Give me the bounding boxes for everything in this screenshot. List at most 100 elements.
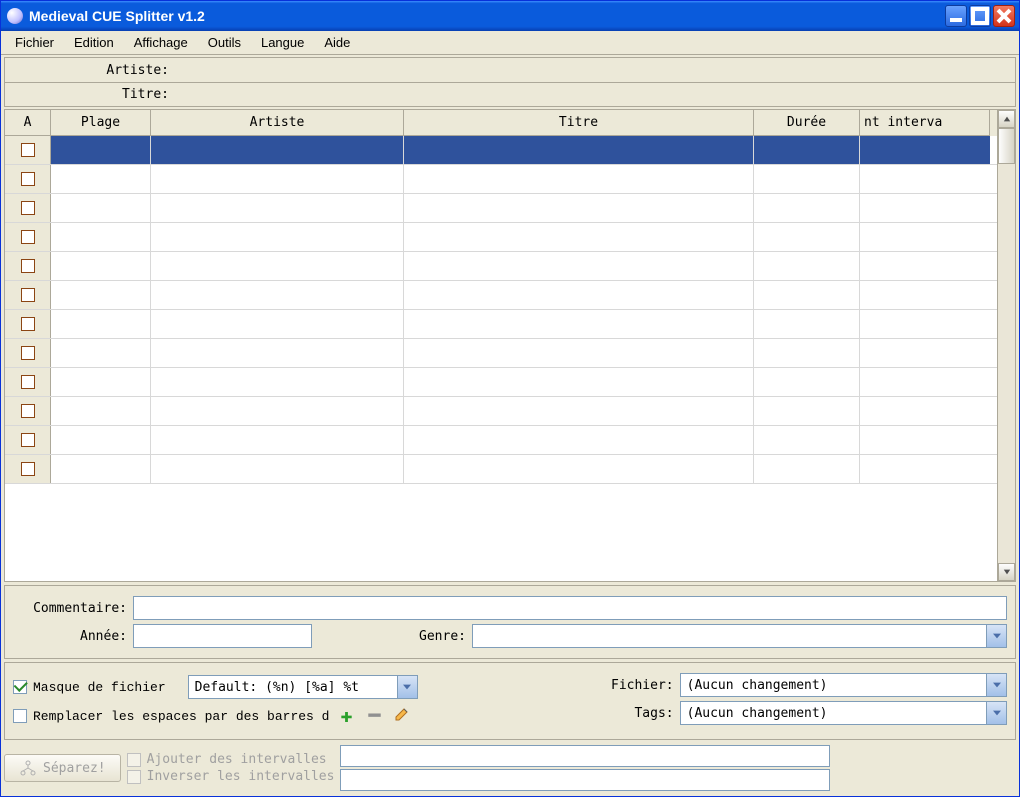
table-row[interactable]: [5, 310, 997, 339]
year-input[interactable]: [133, 624, 312, 648]
row-checkbox[interactable]: [21, 462, 35, 476]
row-checkbox-cell[interactable]: [5, 368, 51, 396]
row-checkbox[interactable]: [21, 230, 35, 244]
table-row[interactable]: [5, 136, 997, 165]
col-header-interval[interactable]: nt interva: [860, 110, 990, 136]
table-cell: [860, 455, 990, 483]
scroll-thumb[interactable]: [998, 128, 1015, 164]
col-header-duree[interactable]: Durée: [754, 110, 860, 136]
minimize-button[interactable]: [945, 5, 967, 27]
table-cell: [860, 136, 990, 164]
table-row[interactable]: [5, 426, 997, 455]
table-cell: [151, 136, 404, 164]
row-checkbox-cell[interactable]: [5, 455, 51, 483]
scroll-down-button[interactable]: [998, 563, 1015, 581]
table-cell: [51, 368, 151, 396]
table-row[interactable]: [5, 455, 997, 484]
chevron-down-icon[interactable]: [397, 676, 417, 698]
table-cell: [754, 310, 860, 338]
menu-aide[interactable]: Aide: [314, 32, 360, 53]
invert-intervals-checkbox[interactable]: [127, 770, 141, 784]
grid-body[interactable]: [5, 136, 997, 581]
row-checkbox[interactable]: [21, 288, 35, 302]
row-checkbox[interactable]: [21, 375, 35, 389]
split-button[interactable]: Séparez!: [4, 754, 121, 782]
genre-combo[interactable]: [472, 624, 1007, 648]
maximize-button[interactable]: [969, 5, 991, 27]
remove-mask-button[interactable]: ━: [363, 705, 385, 727]
row-checkbox-cell[interactable]: [5, 397, 51, 425]
table-cell: [404, 194, 754, 222]
table-row[interactable]: [5, 339, 997, 368]
row-checkbox-cell[interactable]: [5, 223, 51, 251]
menu-outils[interactable]: Outils: [198, 32, 251, 53]
scroll-track[interactable]: [998, 128, 1015, 563]
split-icon: [19, 759, 37, 777]
table-cell: [404, 281, 754, 309]
add-intervals-checkbox[interactable]: [127, 753, 141, 767]
table-row[interactable]: [5, 252, 997, 281]
filemask-checkbox[interactable]: [13, 680, 27, 694]
row-checkbox[interactable]: [21, 433, 35, 447]
table-cell: [151, 252, 404, 280]
col-header-plage[interactable]: Plage: [51, 110, 151, 136]
table-cell: [404, 368, 754, 396]
interval-start-input[interactable]: [340, 745, 830, 767]
row-checkbox[interactable]: [21, 404, 35, 418]
table-row[interactable]: [5, 397, 997, 426]
table-cell: [151, 165, 404, 193]
menu-fichier[interactable]: Fichier: [5, 32, 64, 53]
tags-combo[interactable]: (Aucun changement): [680, 701, 1007, 725]
col-header-a[interactable]: A: [5, 110, 51, 136]
table-row[interactable]: [5, 223, 997, 252]
row-checkbox-cell[interactable]: [5, 310, 51, 338]
row-checkbox[interactable]: [21, 346, 35, 360]
row-checkbox[interactable]: [21, 201, 35, 215]
replace-spaces-checkbox[interactable]: [13, 709, 27, 723]
table-row[interactable]: [5, 194, 997, 223]
close-button[interactable]: [993, 5, 1015, 27]
row-checkbox-cell[interactable]: [5, 426, 51, 454]
table-cell: [754, 397, 860, 425]
menu-langue[interactable]: Langue: [251, 32, 314, 53]
row-checkbox-cell[interactable]: [5, 194, 51, 222]
titlebar: Medieval CUE Splitter v1.2: [1, 1, 1019, 31]
chevron-down-icon[interactable]: [986, 674, 1006, 696]
col-header-artiste[interactable]: Artiste: [151, 110, 404, 136]
comment-input[interactable]: [133, 596, 1007, 620]
row-checkbox-cell[interactable]: [5, 339, 51, 367]
window-title: Medieval CUE Splitter v1.2: [29, 8, 945, 24]
fichier-combo[interactable]: (Aucun changement): [680, 673, 1007, 697]
chevron-down-icon[interactable]: [986, 625, 1006, 647]
menu-edition[interactable]: Edition: [64, 32, 124, 53]
table-cell: [51, 165, 151, 193]
filemask-combo[interactable]: Default: (%n) [%a] %t: [188, 675, 418, 699]
scroll-up-button[interactable]: [998, 110, 1015, 128]
edit-mask-button[interactable]: [391, 705, 413, 727]
menu-affichage[interactable]: Affichage: [124, 32, 198, 53]
table-cell: [151, 281, 404, 309]
row-checkbox[interactable]: [21, 172, 35, 186]
row-checkbox-cell[interactable]: [5, 252, 51, 280]
chevron-down-icon[interactable]: [986, 702, 1006, 724]
table-cell: [404, 165, 754, 193]
row-checkbox-cell[interactable]: [5, 281, 51, 309]
row-checkbox[interactable]: [21, 259, 35, 273]
table-cell: [151, 397, 404, 425]
row-checkbox[interactable]: [21, 143, 35, 157]
genre-label: Genre:: [402, 629, 472, 644]
add-mask-button[interactable]: ✚: [335, 705, 357, 727]
col-header-titre[interactable]: Titre: [404, 110, 754, 136]
table-row[interactable]: [5, 165, 997, 194]
table-row[interactable]: [5, 281, 997, 310]
row-checkbox-cell[interactable]: [5, 165, 51, 193]
interval-end-input[interactable]: [340, 769, 830, 791]
row-checkbox-cell[interactable]: [5, 136, 51, 164]
table-cell: [860, 426, 990, 454]
vertical-scrollbar[interactable]: [997, 110, 1015, 581]
table-row[interactable]: [5, 368, 997, 397]
pencil-icon: [394, 706, 410, 726]
table-cell: [404, 455, 754, 483]
tags-value: (Aucun changement): [681, 706, 986, 721]
row-checkbox[interactable]: [21, 317, 35, 331]
